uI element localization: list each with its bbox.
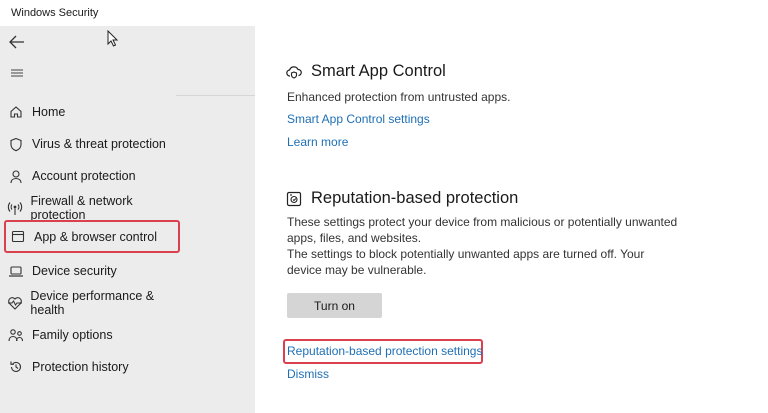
- reputation-description-line-1: These settings protect your device from …: [287, 215, 678, 229]
- sidebar-item-label: Firewall & network protection: [30, 194, 133, 222]
- sidebar-item-firewall[interactable]: Firewall & network protection: [4, 193, 180, 223]
- reputation-description-line-3: The settings to block potentially unwant…: [287, 247, 645, 261]
- sidebar-item-virus-threat[interactable]: Virus & threat protection: [4, 129, 180, 159]
- sidebar-item-home[interactable]: Home: [4, 97, 180, 127]
- sidebar-item-app-browser[interactable]: App & browser control: [4, 220, 180, 253]
- turn-on-button[interactable]: Turn on: [287, 293, 382, 318]
- reputation-description-line-2: apps, files, and websites.: [287, 231, 422, 245]
- smart-app-control-description: Enhanced protection from untrusted apps.: [287, 90, 511, 104]
- sidebar-item-label: Home: [32, 105, 66, 119]
- family-icon: [5, 326, 27, 344]
- app-window-icon: [7, 228, 29, 246]
- sidebar-item-performance[interactable]: Device performance & health: [4, 288, 180, 318]
- sidebar-item-label: Device security: [32, 264, 117, 278]
- reputation-description-line-4: device may be vulnerable.: [287, 263, 427, 277]
- mouse-cursor-icon: [107, 30, 119, 47]
- shield-icon: [5, 135, 27, 153]
- reputation-title: Reputation-based protection: [311, 189, 519, 207]
- person-icon: [5, 167, 27, 185]
- reputation-settings-link[interactable]: Reputation-based protection settings: [287, 344, 482, 358]
- sidebar-item-label: Protection history: [32, 360, 129, 374]
- sidebar-item-account[interactable]: Account protection: [4, 161, 180, 191]
- smart-app-control-heading: Smart App Control: [285, 62, 446, 81]
- sidebar-item-label: Family options: [32, 328, 113, 342]
- menu-button[interactable]: [6, 64, 28, 82]
- laptop-icon: [5, 262, 27, 280]
- sidebar-item-label: Device performance & health: [30, 289, 155, 317]
- title-bar: Windows Security: [0, 0, 768, 26]
- sidebar-item-label: Virus & threat protection: [32, 137, 166, 151]
- home-icon: [5, 103, 27, 121]
- learn-more-link[interactable]: Learn more: [287, 135, 348, 149]
- sidebar-item-history[interactable]: Protection history: [4, 352, 180, 382]
- smart-app-control-title: Smart App Control: [311, 62, 446, 80]
- hamburger-menu-icon: [11, 69, 23, 77]
- sidebar: Home Virus & threat protection Account p…: [0, 26, 255, 413]
- heart-pulse-icon: [5, 294, 25, 312]
- reputation-shield-icon: [285, 190, 303, 208]
- dismiss-link[interactable]: Dismiss: [287, 367, 329, 381]
- back-arrow-icon: [9, 35, 24, 49]
- reputation-heading: Reputation-based protection: [285, 189, 518, 208]
- smart-app-control-settings-link[interactable]: Smart App Control settings: [287, 112, 430, 126]
- sidebar-item-label: App & browser control: [34, 229, 157, 244]
- window-title: Windows Security: [11, 7, 99, 19]
- cloud-shield-icon: [285, 63, 303, 81]
- sidebar-item-family[interactable]: Family options: [4, 320, 180, 350]
- sidebar-item-device-security[interactable]: Device security: [4, 256, 180, 286]
- sidebar-divider: [176, 95, 255, 96]
- main-content: Smart App Control Enhanced protection fr…: [255, 26, 768, 413]
- history-icon: [5, 358, 27, 376]
- sidebar-item-label: Account protection: [32, 169, 136, 183]
- antenna-icon: [5, 199, 26, 217]
- back-button[interactable]: [6, 32, 28, 52]
